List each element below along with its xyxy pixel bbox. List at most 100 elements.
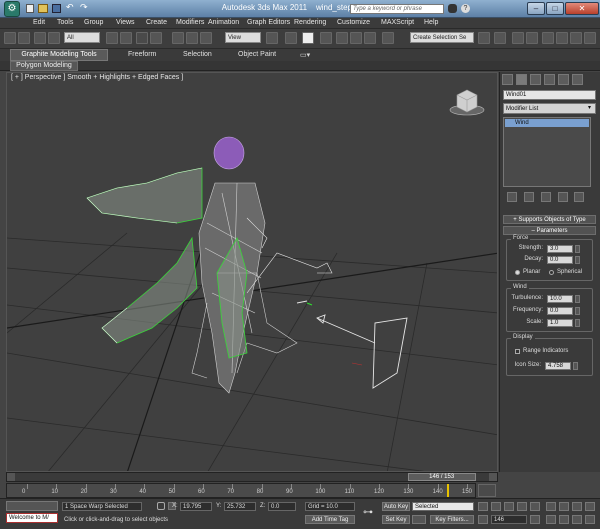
create-tab-icon[interactable] bbox=[502, 74, 513, 85]
select-by-name-icon[interactable] bbox=[120, 32, 132, 44]
menu-animation[interactable]: Animation bbox=[208, 19, 239, 26]
maximize-viewport-icon[interactable] bbox=[585, 515, 595, 524]
maximize-button[interactable]: □ bbox=[546, 2, 564, 15]
undo-toolbar-icon[interactable] bbox=[4, 32, 16, 44]
rect-selection-icon[interactable] bbox=[136, 32, 148, 44]
menu-views[interactable]: Views bbox=[116, 19, 135, 26]
time-slider-prev-icon[interactable] bbox=[7, 473, 15, 481]
utilities-tab-icon[interactable] bbox=[572, 74, 583, 85]
named-selection-set-dropdown[interactable]: Create Selection Se bbox=[410, 32, 474, 43]
maxscript-listener-icon[interactable] bbox=[6, 501, 58, 511]
menu-modifiers[interactable]: Modifiers bbox=[176, 19, 204, 26]
make-unique-icon[interactable] bbox=[541, 192, 551, 202]
polygon-modeling-panel[interactable]: Polygon Modeling bbox=[10, 61, 78, 71]
angle-snap-icon[interactable] bbox=[336, 32, 348, 44]
link-icon[interactable] bbox=[34, 32, 46, 44]
time-slider-thumb[interactable]: 146 / 153 bbox=[407, 473, 476, 481]
add-time-tag-button[interactable]: Add Time Tag bbox=[305, 515, 355, 524]
selection-filter-dropdown[interactable]: All bbox=[64, 32, 100, 43]
render-setup-icon[interactable] bbox=[570, 32, 582, 44]
go-to-end-icon[interactable] bbox=[530, 502, 540, 511]
binoculars-icon[interactable] bbox=[448, 4, 457, 13]
decay-spinner[interactable]: 0.0 bbox=[547, 256, 573, 264]
menu-maxscript[interactable]: MAXScript bbox=[381, 19, 414, 26]
maxscript-mini-listener[interactable]: Welcome to M/ bbox=[6, 513, 58, 523]
spinner-snap-icon[interactable] bbox=[364, 32, 376, 44]
tab-object-paint[interactable]: Object Paint bbox=[238, 51, 276, 58]
parameters-rollout[interactable]: – Parameters bbox=[503, 226, 596, 235]
viewport-scene[interactable] bbox=[7, 73, 498, 472]
icon-size-spinner[interactable]: 4.758 bbox=[545, 362, 571, 370]
menu-customize[interactable]: Customize bbox=[337, 19, 370, 26]
zoom-icon[interactable] bbox=[546, 502, 556, 511]
zoom-extents-all-icon[interactable] bbox=[585, 502, 595, 511]
menu-rendering[interactable]: Rendering bbox=[294, 19, 326, 26]
modifier-stack-item[interactable]: Wind bbox=[505, 119, 589, 127]
set-key-icon[interactable] bbox=[412, 515, 426, 524]
hierarchy-tab-icon[interactable] bbox=[530, 74, 541, 85]
close-button[interactable]: ✕ bbox=[565, 2, 599, 15]
time-slider-next-icon[interactable] bbox=[489, 473, 497, 481]
menu-edit[interactable]: Edit bbox=[33, 19, 45, 26]
tab-graphite-modeling-tools[interactable]: Graphite Modeling Tools bbox=[10, 49, 108, 61]
frequency-spinner[interactable]: 0.0 bbox=[547, 307, 573, 315]
key-filters-button[interactable]: Key Filters... bbox=[430, 515, 474, 524]
next-frame-icon[interactable] bbox=[517, 502, 527, 511]
pan-view-icon[interactable] bbox=[559, 515, 569, 524]
menu-group[interactable]: Group bbox=[84, 19, 103, 26]
percent-snap-icon[interactable] bbox=[350, 32, 362, 44]
select-manipulate-icon[interactable] bbox=[285, 32, 297, 44]
chevron-down-icon[interactable]: ▾ bbox=[588, 104, 591, 111]
lock-selection-icon[interactable] bbox=[157, 502, 165, 510]
pin-stack-icon[interactable] bbox=[507, 192, 517, 202]
layer-manager-icon[interactable] bbox=[512, 32, 524, 44]
select-object-icon[interactable] bbox=[106, 32, 118, 44]
help-icon[interactable]: ? bbox=[461, 4, 470, 13]
mini-curve-editor-icon[interactable] bbox=[478, 484, 496, 497]
spherical-radio[interactable] bbox=[549, 270, 554, 275]
scale-icon[interactable] bbox=[200, 32, 212, 44]
snap-toggle-icon[interactable] bbox=[320, 32, 332, 44]
x-coordinate-field[interactable]: 19.795 bbox=[180, 502, 212, 511]
icon-size-spinner-arrows[interactable] bbox=[573, 362, 578, 370]
pivot-center-icon[interactable] bbox=[266, 32, 278, 44]
strength-spinner[interactable]: 3.0 bbox=[547, 245, 573, 253]
zoom-extents-icon[interactable] bbox=[572, 502, 582, 511]
search-input[interactable]: Type a keyword or phrase bbox=[350, 4, 444, 14]
configure-modifier-sets-icon[interactable] bbox=[574, 192, 584, 202]
move-icon[interactable] bbox=[172, 32, 184, 44]
auto-key-button[interactable]: Auto Key bbox=[382, 502, 410, 511]
perspective-viewport[interactable]: [ + ] Perspective ] Smooth + Highlights … bbox=[6, 72, 498, 472]
graphite-toggle-icon[interactable] bbox=[526, 32, 538, 44]
planar-radio[interactable] bbox=[515, 270, 520, 275]
set-key-button[interactable]: Set Key bbox=[382, 515, 410, 524]
previous-frame-icon[interactable] bbox=[491, 502, 501, 511]
show-end-result-icon[interactable] bbox=[524, 192, 534, 202]
render-icon[interactable] bbox=[584, 32, 596, 44]
align-icon[interactable] bbox=[494, 32, 506, 44]
scale-spinner[interactable]: 1.0 bbox=[547, 319, 573, 327]
turbulence-spinner-arrows[interactable] bbox=[575, 295, 580, 303]
go-to-start-icon[interactable] bbox=[478, 502, 488, 511]
rotate-icon[interactable] bbox=[186, 32, 198, 44]
y-coordinate-field[interactable]: 25.732 bbox=[224, 502, 256, 511]
edit-named-selection-icon[interactable] bbox=[382, 32, 394, 44]
time-slider[interactable]: 146 / 153 bbox=[6, 472, 498, 482]
key-mode-toggle-icon[interactable] bbox=[478, 515, 488, 524]
z-coordinate-field[interactable]: 0.0 bbox=[268, 502, 296, 511]
zoom-all-icon[interactable] bbox=[559, 502, 569, 511]
current-frame-field[interactable]: 146 bbox=[491, 515, 527, 524]
frequency-spinner-arrows[interactable] bbox=[575, 307, 580, 315]
minimize-button[interactable]: – bbox=[527, 2, 545, 15]
menu-create[interactable]: Create bbox=[146, 19, 167, 26]
unlink-icon[interactable] bbox=[48, 32, 60, 44]
window-crossing-icon[interactable] bbox=[150, 32, 162, 44]
redo-toolbar-icon[interactable] bbox=[18, 32, 30, 44]
ribbon-options-icon[interactable]: ▭▾ bbox=[300, 51, 310, 59]
track-bar[interactable]: 0 10 20 30 40 50 60 70 80 90 100 110 120 130 140 150 bbox=[6, 483, 476, 498]
time-configuration-icon[interactable] bbox=[530, 515, 540, 524]
key-mode-dropdown[interactable]: Selected bbox=[412, 502, 474, 511]
reference-coordinate-dropdown[interactable]: View bbox=[225, 32, 261, 43]
range-indicators-checkbox[interactable] bbox=[515, 349, 520, 354]
turbulence-spinner[interactable]: 10.0 bbox=[547, 295, 573, 303]
